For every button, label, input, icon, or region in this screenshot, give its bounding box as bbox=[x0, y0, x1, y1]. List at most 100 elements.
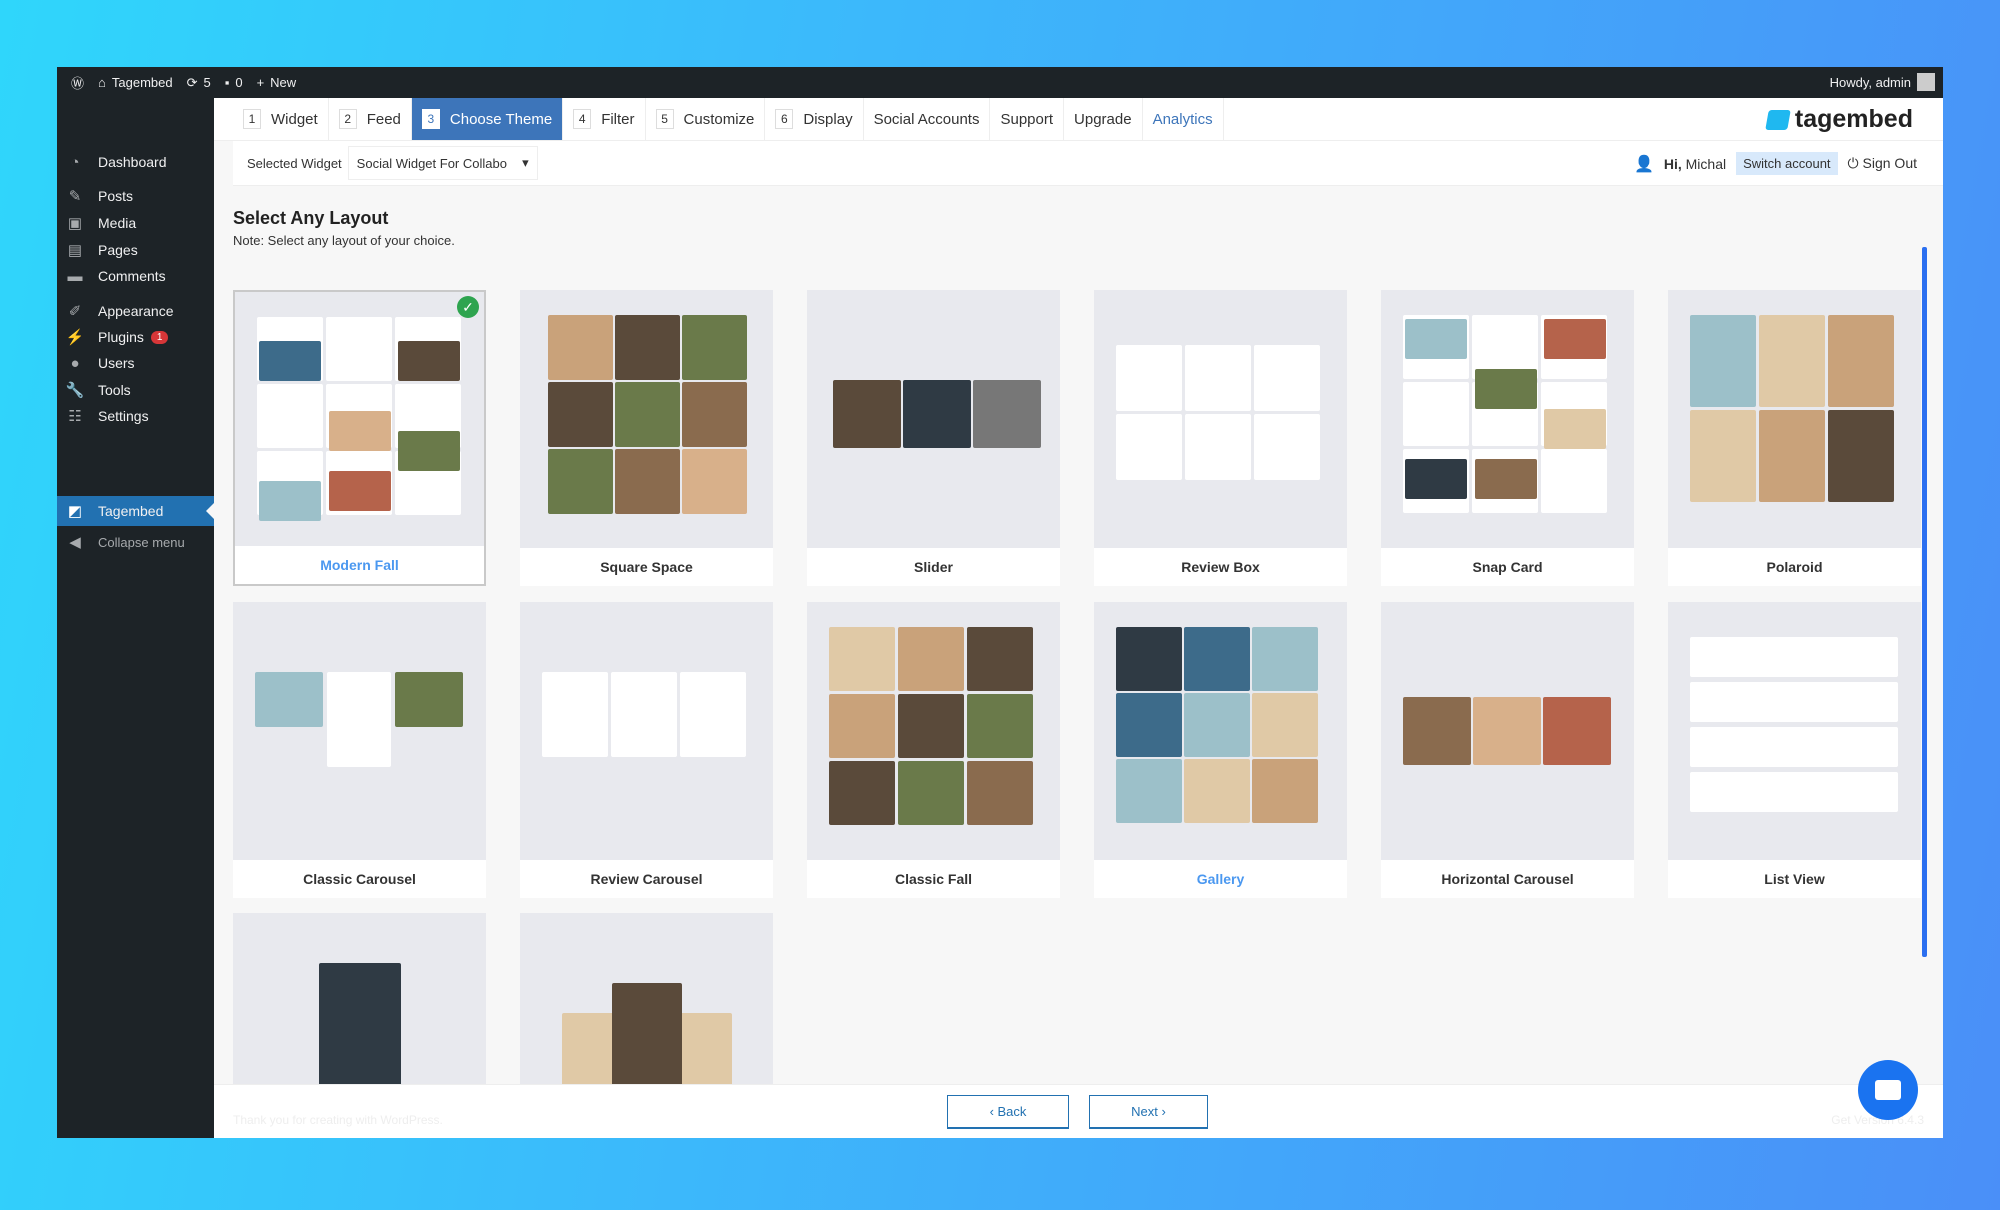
layout-card-polaroid[interactable]: Polaroid bbox=[1668, 290, 1921, 586]
comment-icon: ▪ bbox=[224, 75, 230, 90]
layout-preview bbox=[829, 315, 1041, 515]
layout-preview bbox=[257, 317, 462, 521]
switch-account-button[interactable]: Switch account bbox=[1736, 152, 1838, 175]
chevron-left-icon: ‹ bbox=[989, 1104, 998, 1119]
sidebar-item-comments[interactable]: ▬ Comments bbox=[57, 261, 214, 291]
layout-name: Polaroid bbox=[1668, 548, 1921, 586]
check-icon: ✓ bbox=[457, 296, 479, 318]
layout-preview bbox=[542, 315, 751, 515]
power-icon: ⏻ bbox=[1847, 155, 1859, 171]
layout-card-modern-fall[interactable]: Modern Fall ✓ bbox=[233, 290, 486, 586]
pin-icon: ✎ bbox=[68, 188, 82, 205]
sidebar-item-settings[interactable]: ☷ Settings bbox=[57, 401, 214, 431]
tagembed-logo: tagembed bbox=[1765, 105, 1913, 134]
widget-select[interactable]: Social Widget For Collabo ▾ bbox=[347, 146, 538, 180]
layout-name: Snap Card bbox=[1381, 548, 1634, 586]
tab-analytics[interactable]: Analytics bbox=[1143, 98, 1224, 140]
tagembed-icon: ◩ bbox=[67, 503, 83, 520]
step-number: 5 bbox=[655, 109, 674, 129]
page-note: Note: Select any layout of your choice. bbox=[233, 233, 455, 248]
wrench-icon: 🔧 bbox=[65, 382, 85, 399]
wp-admin-bar: Ⓦ ⌂ Tagembed ⟳ 5 ▪ 0 + New Howdy, admin bbox=[57, 67, 1943, 98]
step-number: 4 bbox=[573, 109, 592, 129]
layout-card-extra-12[interactable] bbox=[233, 913, 486, 1084]
layout-card-snap-card[interactable]: Snap Card bbox=[1381, 290, 1634, 586]
account-menu[interactable]: Howdy, admin bbox=[1830, 73, 1935, 91]
layout-card-review-box[interactable]: Review Box bbox=[1094, 290, 1347, 586]
pages-icon: ▤ bbox=[67, 242, 83, 259]
layout-name: Review Carousel bbox=[520, 860, 773, 898]
user-icon: 👤 bbox=[1633, 155, 1654, 173]
sidebar-item-users[interactable]: ● Users bbox=[57, 348, 214, 378]
plugins-update-badge: 1 bbox=[150, 330, 169, 344]
selected-widget-label: Selected Widget bbox=[247, 155, 342, 171]
wordpress-logo-icon[interactable]: Ⓦ bbox=[71, 73, 84, 92]
layout-card-classic-carousel[interactable]: Classic Carousel bbox=[233, 602, 486, 898]
back-button[interactable]: ‹ Back bbox=[947, 1095, 1069, 1129]
layout-name: Classic Fall bbox=[807, 860, 1060, 898]
scrollbar[interactable] bbox=[1922, 247, 1927, 957]
step-number: 6 bbox=[775, 109, 794, 129]
layout-card-extra-13[interactable] bbox=[520, 913, 773, 1084]
chevron-right-icon: › bbox=[1157, 1104, 1166, 1119]
sidebar-item-media[interactable]: ▣ Media bbox=[57, 208, 214, 238]
media-icon: ▣ bbox=[67, 215, 83, 232]
comment-icon: ▬ bbox=[67, 267, 83, 285]
tab-filter[interactable]: 4 Filter bbox=[563, 98, 646, 140]
caret-down-icon: ▾ bbox=[522, 155, 529, 170]
sidebar-item-tagembed[interactable]: ◩ Tagembed bbox=[57, 496, 214, 526]
tab-feed[interactable]: 2 Feed bbox=[329, 98, 412, 140]
layout-name: Classic Carousel bbox=[233, 860, 486, 898]
next-button[interactable]: Next › bbox=[1089, 1095, 1208, 1129]
sidebar-item-posts[interactable]: ✎ Posts bbox=[57, 181, 214, 211]
site-link[interactable]: ⌂ Tagembed bbox=[98, 75, 173, 90]
tab-widget[interactable]: 1 Widget bbox=[233, 98, 329, 140]
layout-name: Square Space bbox=[520, 548, 773, 586]
wizard-footer: Thank you for creating with WordPress. ‹… bbox=[214, 1084, 1943, 1138]
step-tabs: 1 Widget 2 Feed 3 Choose Theme 4 Filter 5 Customi… bbox=[214, 98, 1943, 141]
tab-customize[interactable]: 5 Customize bbox=[646, 98, 766, 140]
admin-sidebar: ◔ Dashboard ✎ Posts ▣ Media ▤ Pages ▬ Comments ✐ Ap… bbox=[57, 98, 214, 1138]
footer-thanks: Thank you for creating with WordPress. bbox=[233, 1113, 443, 1127]
step-number: 2 bbox=[338, 109, 357, 129]
updates-link[interactable]: ⟳ 5 bbox=[187, 75, 211, 91]
layout-card-classic-fall[interactable]: Classic Fall bbox=[807, 602, 1060, 898]
tab-choose-theme[interactable]: 3 Choose Theme bbox=[411, 98, 564, 140]
new-link[interactable]: + New bbox=[257, 75, 297, 90]
comments-link[interactable]: ▪ 0 bbox=[225, 75, 243, 90]
layout-preview bbox=[829, 627, 1038, 827]
sidebar-item-collapse-menu[interactable]: ◀ Collapse menu bbox=[57, 527, 214, 557]
browser-window: Ⓦ ⌂ Tagembed ⟳ 5 ▪ 0 + New Howdy, admin ◔ Das… bbox=[57, 67, 1943, 1138]
page-title: Select Any Layout bbox=[233, 208, 389, 228]
layout-card-horizontal-carousel[interactable]: Horizontal Carousel bbox=[1381, 602, 1634, 898]
layout-card-review-carousel[interactable]: Review Carousel bbox=[520, 602, 773, 898]
tab-display[interactable]: 6 Display bbox=[765, 98, 864, 140]
layout-name: Slider bbox=[807, 548, 1060, 586]
widget-selector-row: Selected Widget Social Widget For Collab… bbox=[233, 141, 1943, 186]
sidebar-item-dashboard[interactable]: ◔ Dashboard bbox=[57, 147, 214, 177]
plus-icon: + bbox=[256, 75, 265, 90]
tab-social-accounts[interactable]: Social Accounts bbox=[864, 98, 991, 140]
layout-preview bbox=[1403, 627, 1612, 827]
layout-card-slider[interactable]: Slider bbox=[807, 290, 1060, 586]
widget-select-value: Social Widget For Collabo bbox=[356, 155, 507, 171]
brush-icon: ✐ bbox=[68, 303, 82, 320]
layout-name: Gallery bbox=[1094, 860, 1347, 898]
layout-preview bbox=[542, 627, 751, 827]
layout-preview bbox=[1403, 315, 1612, 515]
layout-preview bbox=[1116, 627, 1325, 827]
chat-icon bbox=[1875, 1080, 1901, 1100]
layout-name: List View bbox=[1668, 860, 1921, 898]
greeting: Hi, Michal bbox=[1663, 155, 1727, 172]
layout-card-list-view[interactable]: List View bbox=[1668, 602, 1921, 898]
layout-card-gallery[interactable]: Gallery bbox=[1094, 602, 1347, 898]
layout-card-square-space[interactable]: Square Space bbox=[520, 290, 773, 586]
chat-button[interactable] bbox=[1858, 1060, 1918, 1120]
plugin-icon: ⚡ bbox=[65, 329, 85, 346]
tab-support[interactable]: Support bbox=[990, 98, 1065, 140]
sign-out-button[interactable]: ⏻ Sign Out bbox=[1848, 155, 1917, 172]
step-number: 1 bbox=[243, 109, 261, 129]
user-area: 👤 Hi, Michal Switch account ⏻ Sign Out bbox=[1634, 141, 1917, 186]
layout-preview bbox=[1690, 627, 1899, 827]
tab-upgrade[interactable]: Upgrade bbox=[1064, 98, 1143, 140]
